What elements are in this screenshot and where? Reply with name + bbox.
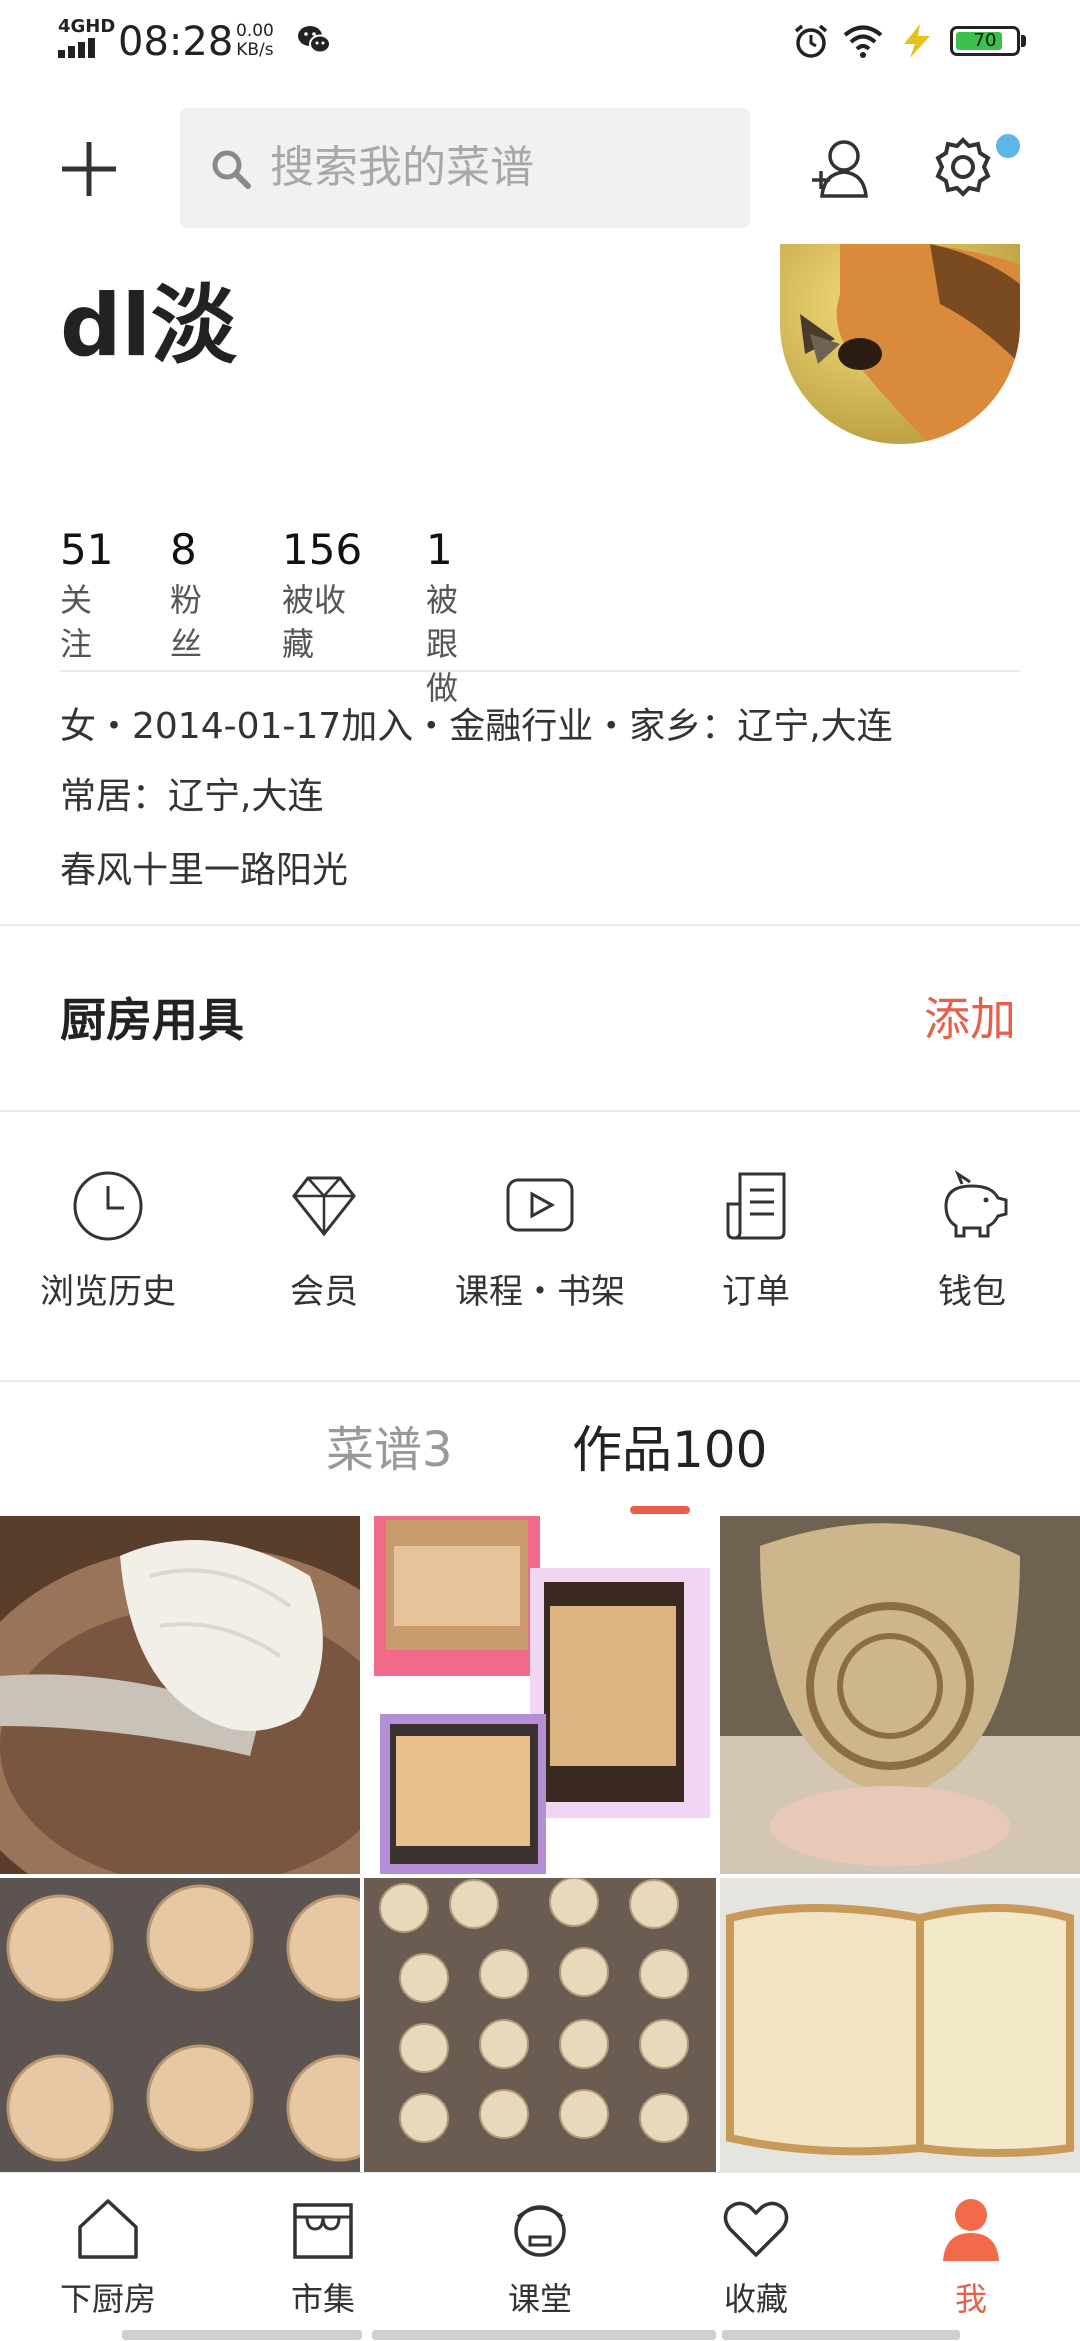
search-placeholder: 搜索我的菜谱 (270, 142, 534, 193)
classroom-icon (514, 2205, 566, 2257)
work-photo[interactable] (0, 1878, 360, 2172)
stat-label: 被收藏 (282, 581, 347, 663)
stat-value: 156 (282, 525, 363, 574)
stat-following[interactable]: 51 关注 (60, 524, 113, 666)
menu-orders[interactable]: 订单 (648, 1168, 864, 1314)
battery-tip (1021, 35, 1026, 47)
notification-dot (996, 134, 1020, 158)
speed-unit: KB/s (236, 40, 274, 60)
stat-value: 51 (60, 525, 114, 574)
nav-me[interactable]: 我 (896, 2193, 1046, 2319)
stat-label: 被跟做 (426, 581, 459, 707)
order-icon (726, 1172, 786, 1240)
stat-label: 关注 (60, 581, 93, 663)
nav-home[interactable]: 下厨房 (33, 2193, 183, 2319)
avatar-image (780, 244, 1020, 444)
profile-bio: 春风十里一路阳光 (60, 850, 349, 891)
tab-works[interactable]: 作品100 (572, 1420, 767, 1480)
network-type: 4GHD (58, 16, 116, 37)
clock-icon (73, 1171, 143, 1241)
work-photo[interactable] (364, 1878, 716, 2172)
username[interactable]: dl淡 (60, 276, 237, 376)
nav-favorites[interactable]: 收藏 (681, 2193, 831, 2319)
heart-icon (723, 2201, 789, 2257)
divider (60, 670, 1020, 672)
market-icon (293, 2203, 353, 2259)
menu-wallet[interactable]: 钱包 (864, 1168, 1080, 1314)
stat-label: 粉丝 (170, 581, 203, 663)
user-icon (943, 2199, 999, 2261)
charging-icon (904, 24, 930, 58)
home-icon (78, 2199, 138, 2259)
divider (0, 1380, 1080, 1382)
stat-followers[interactable]: 8 粉丝 (170, 524, 202, 666)
battery-icon: 70 (950, 26, 1020, 56)
wechat-icon (298, 26, 331, 54)
kitchen-tools-title: 厨房用具 (60, 993, 244, 1047)
nav-market[interactable]: 市集 (248, 2193, 398, 2319)
add-friend-icon[interactable] (806, 134, 872, 200)
menu-history[interactable]: 浏览历史 (0, 1168, 216, 1314)
menu-label: 会员 (290, 1272, 358, 1312)
clock-time: 08:28 (118, 19, 234, 65)
menu-courses[interactable]: 课程・书架 (432, 1168, 648, 1314)
works-grid (0, 1516, 1080, 2172)
status-bar: 4GHD 08:28 0.00 KB/s 70 (0, 0, 1080, 84)
alarm-icon (794, 24, 828, 58)
tab-recipes[interactable]: 菜谱3 (326, 1420, 453, 1480)
scroll-hint (122, 2330, 362, 2340)
scroll-hint (372, 2330, 716, 2340)
search-icon (212, 150, 251, 189)
work-photo[interactable] (364, 1516, 716, 1874)
wifi-icon (843, 25, 883, 58)
menu-label: 钱包 (938, 1272, 1006, 1312)
nav-label: 收藏 (723, 2280, 788, 2318)
search-input[interactable]: 搜索我的菜谱 (180, 108, 750, 228)
menu-label: 课程・书架 (455, 1272, 625, 1312)
signal-icon (58, 36, 106, 58)
plus-icon[interactable] (60, 140, 118, 198)
diamond-icon (292, 1176, 356, 1237)
stat-value: 1 (426, 525, 453, 574)
profile-info: 女・2014-01-17加入・金融行业・家乡：辽宁,大连 (60, 706, 893, 747)
nav-label: 市集 (290, 2280, 355, 2318)
settings-icon[interactable] (930, 134, 996, 200)
work-photo[interactable] (720, 1516, 1080, 1874)
stat-value: 8 (170, 525, 197, 574)
work-photo[interactable] (0, 1516, 360, 1874)
stat-collected[interactable]: 156 被收藏 (282, 524, 362, 666)
active-tab-indicator (630, 1506, 690, 1514)
nav-classroom[interactable]: 课堂 (465, 2193, 615, 2319)
divider (0, 924, 1080, 926)
play-icon (506, 1178, 574, 1232)
avatar[interactable] (780, 244, 1020, 444)
piggy-bank-icon (944, 1170, 1008, 1238)
battery-level: 70 (973, 30, 997, 51)
profile-residence: 常居：辽宁,大连 (60, 776, 324, 817)
stat-cooked-along[interactable]: 1 被跟做 (426, 524, 458, 710)
menu-label: 浏览历史 (40, 1272, 176, 1312)
nav-label: 课堂 (507, 2280, 572, 2318)
divider (0, 1110, 1080, 1112)
bottom-nav: 下厨房 市集 课堂 收藏 我 (0, 2172, 1080, 2341)
add-kitchen-tool-button[interactable]: 添加 (924, 990, 1016, 1048)
speed-value: 0.00 (236, 21, 274, 41)
nav-label: 我 (954, 2280, 987, 2318)
scroll-hint (722, 2330, 960, 2340)
nav-label: 下厨房 (59, 2280, 156, 2318)
menu-label: 订单 (722, 1272, 790, 1312)
menu-membership[interactable]: 会员 (216, 1168, 432, 1314)
work-photo[interactable] (720, 1878, 1080, 2172)
network-speed: 0.00 KB/s (236, 22, 274, 60)
